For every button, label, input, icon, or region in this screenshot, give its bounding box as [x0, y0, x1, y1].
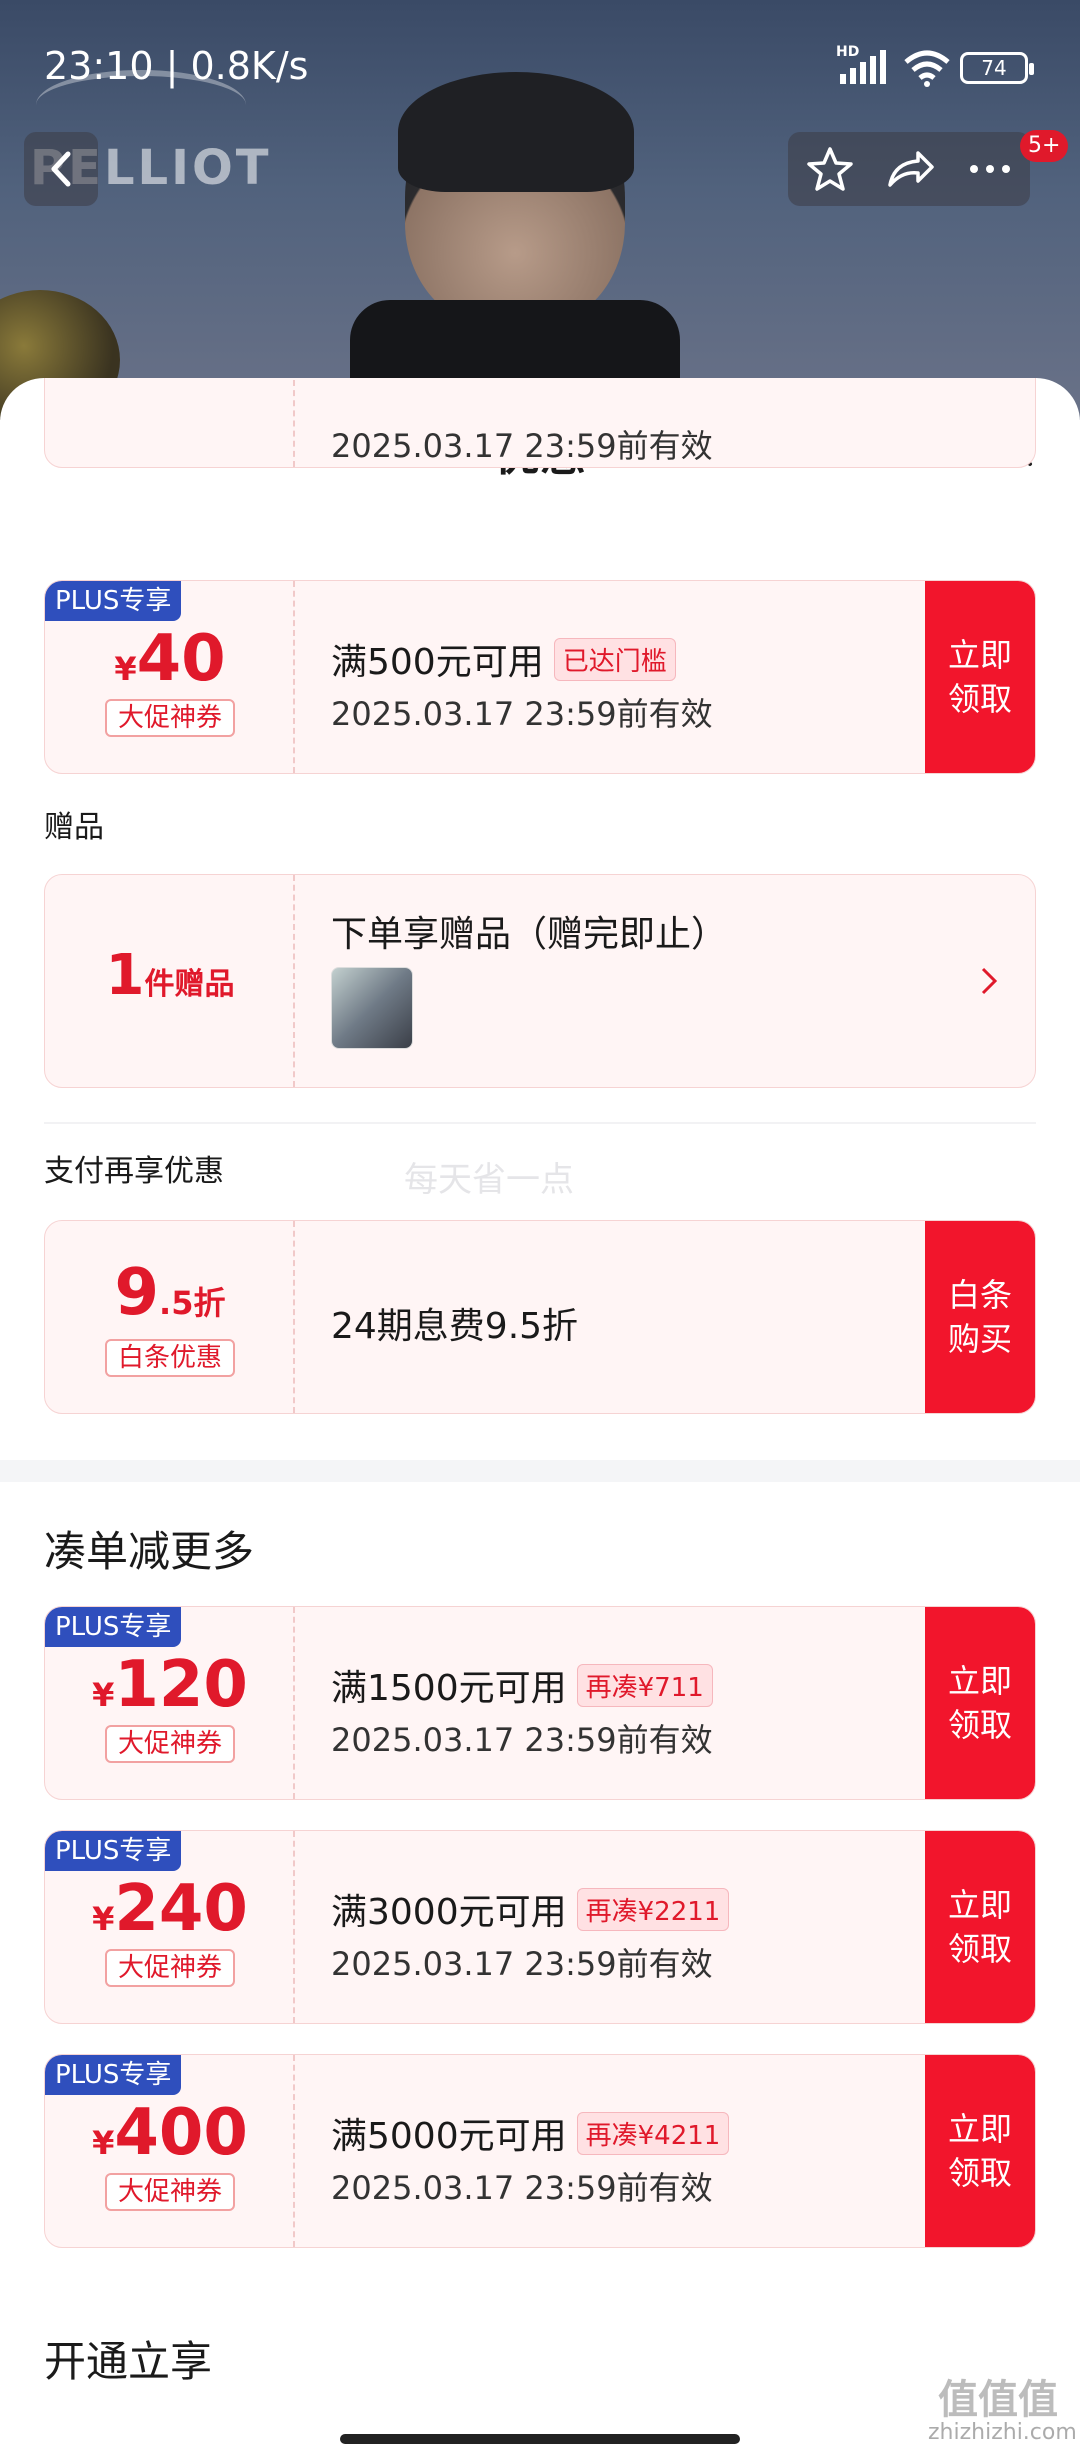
coupon-amount: ¥240	[92, 1872, 248, 1946]
battery-icon: 74	[960, 52, 1034, 84]
gap-tag: 再凑¥2211	[576, 1888, 730, 1931]
coupon-desc: 满500元可用 已达门槛	[331, 633, 676, 685]
gift-count: 1件赠品	[105, 943, 235, 1008]
claim-button[interactable]: 立即 领取	[925, 581, 1035, 773]
coupon-date: 2025.03.17 23:59前有效	[331, 1945, 713, 1983]
watermark-text: 每天省一点	[404, 1160, 574, 1200]
plus-tag: PLUS专享	[45, 1607, 182, 1647]
notification-badge: 5+	[1020, 130, 1069, 162]
coupon-partial: 2025.03.17 23:59前有效	[44, 378, 1036, 468]
coupon-date: 2025.03.17 23:59前有效	[331, 2169, 713, 2207]
coupon-card: PLUS专享 ¥40 大促神券 满500元可用 已达门槛 2025.03.17 2…	[44, 580, 1036, 774]
status-bar: 23:10 | 0.8K/s HD 74	[0, 0, 1080, 130]
back-button[interactable]	[24, 132, 98, 206]
back-arrow-icon	[51, 151, 71, 187]
claim-button[interactable]: 立即 领取	[925, 2055, 1035, 2247]
gift-left: 1件赠品	[45, 875, 295, 1087]
chevron-right-icon	[981, 967, 998, 995]
more-icon[interactable]	[960, 139, 1020, 199]
coupon-left: PLUS专享 ¥40 大促神券	[45, 581, 295, 773]
coupon-sheet: 优惠 2025.03.17 23:59前有效 PLUS专享 ¥40 大促神券 满…	[0, 378, 1080, 2460]
coupon-date: 2025.03.17 23:59前有效	[331, 695, 713, 733]
threshold-tag: 已达门槛	[553, 638, 676, 681]
gap-tag: 再凑¥4211	[576, 2112, 730, 2155]
gift-section-label: 赠品	[44, 810, 104, 845]
baitiao-buy-button[interactable]: 白条 购买	[925, 1221, 1035, 1413]
coupon-desc: 满5000元可用 再凑¥4211	[331, 2107, 730, 2159]
gesture-bar	[0, 2420, 1080, 2460]
claim-button[interactable]: 立即 领取	[925, 1831, 1035, 2023]
coupon-type-tag: 大促神券	[105, 699, 235, 737]
gift-thumbnail[interactable]	[331, 967, 413, 1049]
divider	[44, 1122, 1036, 1124]
coupon-left: PLUS专享 ¥400 大促神券	[45, 2055, 295, 2247]
wifi-icon	[904, 50, 950, 87]
payment-left: 9.5折 白条优惠	[45, 1221, 295, 1413]
payment-desc: 24期息费9.5折	[331, 1306, 579, 1347]
coupon-left	[45, 378, 295, 467]
coupon-left: PLUS专享 ¥240 大促神券	[45, 1831, 295, 2023]
coupon-type-tag: 大促神券	[105, 2173, 235, 2211]
claim-button[interactable]: 立即 领取	[925, 1607, 1035, 1799]
payment-tag: 白条优惠	[105, 1339, 235, 1377]
coupon-card: PLUS专享 ¥240 大促神券 满3000元可用 再凑¥2211 2025.03…	[44, 1830, 1036, 2024]
coupon-date: 2025.03.17 23:59前有效	[331, 427, 713, 465]
bundle-heading: 凑单减更多	[44, 1527, 255, 1576]
coupon-type-tag: 大促神券	[105, 1949, 235, 1987]
coupon-desc: 满1500元可用 再凑¥711	[331, 1659, 713, 1711]
coupon-desc: 满3000元可用 再凑¥2211	[331, 1883, 730, 1935]
payment-section-label: 支付再享优惠	[44, 1154, 224, 1189]
coupon-type-tag: 大促神券	[105, 1725, 235, 1763]
coupon-card: PLUS专享 ¥120 大促神券 满1500元可用 再凑¥711 2025.03.…	[44, 1606, 1036, 1800]
plus-tag: PLUS专享	[45, 1831, 182, 1871]
payment-card: 9.5折 白条优惠 24期息费9.5折 白条 购买	[44, 1220, 1036, 1414]
header-actions	[788, 132, 1030, 206]
coupon-date: 2025.03.17 23:59前有效	[331, 1721, 713, 1759]
coupon-card: PLUS专享 ¥400 大促神券 满5000元可用 再凑¥4211 2025.03…	[44, 2054, 1036, 2248]
open-membership-heading: 开通立享	[44, 2337, 213, 2386]
signal-icon	[840, 50, 886, 84]
coupon-amount: ¥400	[92, 2096, 248, 2170]
plus-tag: PLUS专享	[45, 2055, 182, 2095]
watermark-url: zhizhizhi.com	[928, 2420, 1077, 2445]
plus-tag: PLUS专享	[45, 581, 182, 621]
gift-card[interactable]: 1件赠品 下单享赠品（赠完即止）	[44, 874, 1036, 1088]
payment-discount: 9.5折	[114, 1256, 226, 1330]
section-divider	[0, 1460, 1080, 1482]
corner-watermark: 值值值 zhizhizhi.com	[928, 2377, 1077, 2445]
share-icon[interactable]	[880, 139, 940, 199]
coupon-amount: ¥120	[92, 1648, 248, 1722]
home-indicator[interactable]	[340, 2434, 740, 2444]
coupon-left: PLUS专享 ¥120 大促神券	[45, 1607, 295, 1799]
coupon-amount: ¥40	[114, 622, 226, 696]
watermark-logo: 值值值	[938, 2377, 1058, 2423]
gift-title: 下单享赠品（赠完即止）	[331, 914, 728, 955]
gap-tag: 再凑¥711	[576, 1664, 713, 1707]
status-time: 23:10 | 0.8K/s	[44, 44, 309, 88]
star-icon[interactable]	[800, 139, 860, 199]
